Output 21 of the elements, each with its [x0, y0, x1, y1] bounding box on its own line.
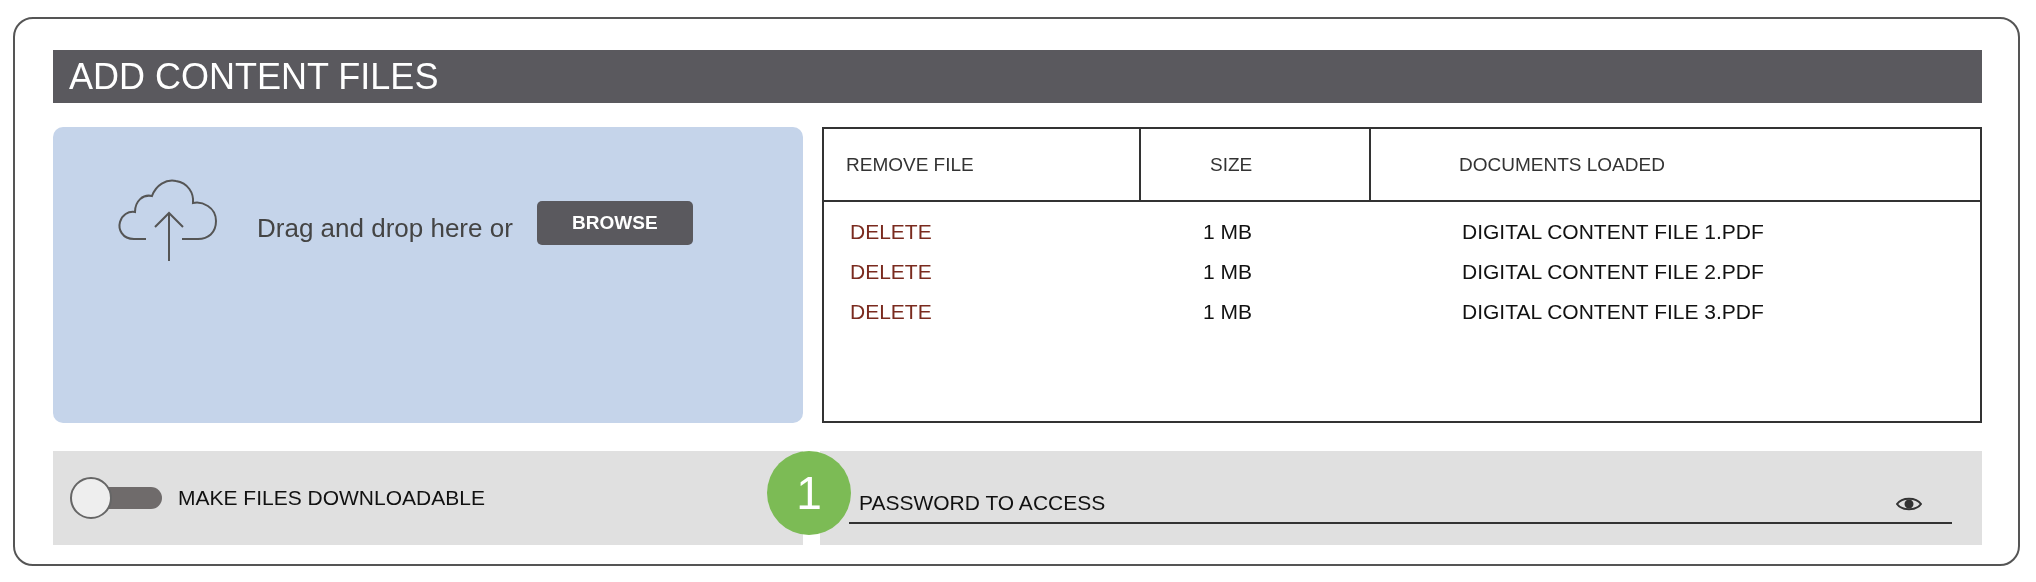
- toggle-label: MAKE FILES DOWNLOADABLE: [178, 486, 485, 510]
- document-cell-text: DIGITAL CONTENT FILE 1.PDF: [1461, 219, 1765, 245]
- document-cell-text: DIGITAL CONTENT FILE 2.PDF: [1461, 259, 1765, 285]
- delete-link[interactable]: DELETE: [850, 298, 932, 325]
- size-cell-text: 1 MB: [1202, 219, 1253, 245]
- column-header: SIZE: [1139, 129, 1369, 202]
- download-toggle[interactable]: [70, 477, 162, 519]
- document-cell-text: DIGITAL CONTENT FILE 3.PDF: [1461, 299, 1765, 325]
- size-cell-text: 1 MB: [1202, 299, 1253, 325]
- password-input[interactable]: PASSWORD TO ACCESS: [849, 484, 1952, 524]
- size-cell-text: 1 MB: [1202, 259, 1253, 285]
- drop-zone[interactable]: Drag and drop here or BROWSE: [53, 127, 803, 423]
- delete-link[interactable]: DELETE: [850, 218, 932, 245]
- eye-icon[interactable]: [1896, 496, 1922, 512]
- drop-prompt: Drag and drop here or: [257, 213, 513, 244]
- delete-link[interactable]: DELETE: [850, 258, 932, 285]
- password-field[interactable]: PASSWORD TO ACCESS: [820, 451, 1982, 545]
- column-header: REMOVE FILE: [824, 129, 1139, 202]
- section-title: ADD CONTENT FILES: [69, 55, 439, 98]
- column-header: DOCUMENTS LOADED: [1369, 129, 1980, 202]
- browse-button[interactable]: BROWSE: [536, 201, 693, 245]
